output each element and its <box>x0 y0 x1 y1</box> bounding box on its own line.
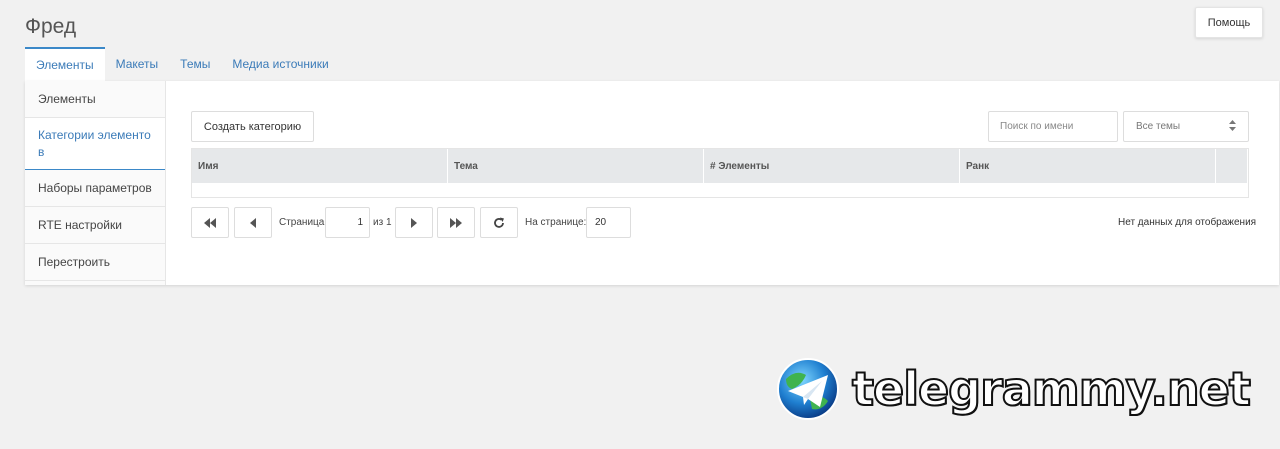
no-data-message: Нет данных для отображения <box>1118 217 1257 228</box>
tab-elements[interactable]: Элементы <box>25 47 105 81</box>
content-panel: Элементы Категории элементо в Наборы пар… <box>25 81 1279 285</box>
page-count-label: из 1 <box>373 217 392 228</box>
search-input[interactable] <box>988 111 1118 142</box>
last-page-button[interactable] <box>437 207 475 238</box>
column-header-spacer <box>1216 149 1248 183</box>
chevron-left-icon <box>250 217 256 228</box>
column-header-name[interactable]: Имя <box>192 149 448 183</box>
next-page-button[interactable] <box>395 207 433 238</box>
column-header-rank[interactable]: Ранк <box>960 149 1216 183</box>
chevron-right-icon <box>411 217 417 228</box>
sort-arrows-icon <box>1229 119 1236 134</box>
create-category-button[interactable]: Создать категорию <box>191 111 314 142</box>
page-label: Страница <box>279 217 325 228</box>
refresh-icon <box>494 217 504 228</box>
first-page-button[interactable] <box>191 207 229 238</box>
watermark-text: telegrammy.net <box>851 361 1252 417</box>
categories-grid: Имя Тема # Элементы Ранк <box>191 148 1249 198</box>
per-page-label: На странице: <box>525 217 587 228</box>
double-chevron-left-icon <box>204 217 216 228</box>
page-number-input[interactable] <box>325 207 370 238</box>
column-header-theme[interactable]: Тема <box>448 149 704 183</box>
sidebar-item-element-categories[interactable]: Категории элементо в <box>25 118 165 170</box>
per-page-input[interactable] <box>586 207 631 238</box>
sidebar-item-rebuild[interactable]: Перестроить <box>25 244 165 281</box>
watermark: telegrammy.net <box>776 357 1252 421</box>
main-tabs: Элементы Макеты Темы Медиа источники <box>25 47 340 81</box>
sidebar-item-elements[interactable]: Элементы <box>25 81 165 118</box>
tab-layouts[interactable]: Макеты <box>105 47 170 81</box>
tab-themes[interactable]: Темы <box>169 47 221 81</box>
sidebar: Элементы Категории элементо в Наборы пар… <box>25 81 166 285</box>
theme-select-value: Все темы <box>1136 121 1181 132</box>
sidebar-item-parameter-sets[interactable]: Наборы параметров <box>25 170 165 207</box>
tab-media-sources[interactable]: Медиа источники <box>221 47 339 81</box>
refresh-button[interactable] <box>480 207 518 238</box>
page-title: Фред <box>25 15 77 38</box>
theme-select[interactable]: Все темы <box>1123 111 1249 142</box>
column-header-elements-count[interactable]: # Элементы <box>704 149 960 183</box>
double-chevron-right-icon <box>450 217 462 228</box>
telegram-globe-icon <box>777 358 839 420</box>
prev-page-button[interactable] <box>234 207 272 238</box>
sidebar-item-rte-settings[interactable]: RTE настройки <box>25 207 165 244</box>
grid-header: Имя Тема # Элементы Ранк <box>192 149 1248 183</box>
help-button[interactable]: Помощь <box>1195 7 1263 38</box>
